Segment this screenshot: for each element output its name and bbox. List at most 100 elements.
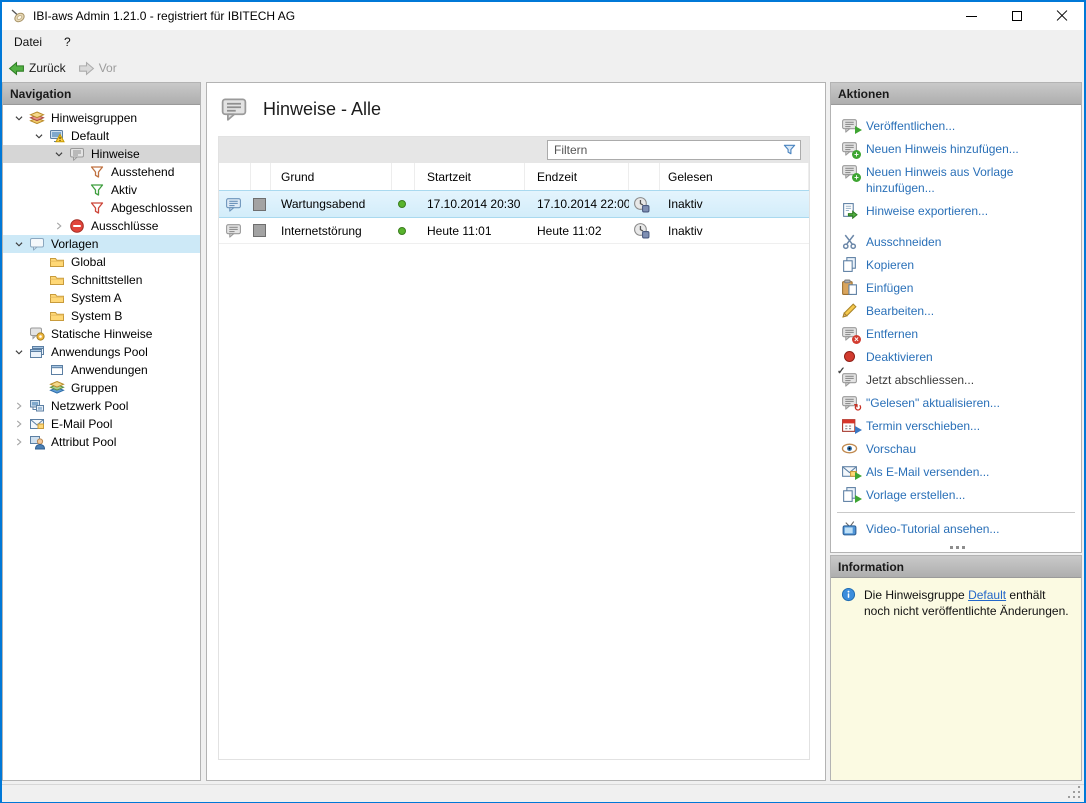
filter-input[interactable]: [547, 140, 801, 160]
windows-icon: [29, 344, 45, 360]
action-neuen-hinweis-hinzufuegen[interactable]: Neuen Hinweis hinzufügen...: [831, 139, 1081, 159]
refresh-read-icon: [841, 394, 858, 411]
navigation-panel: Navigation Hinweisgruppen Default Hinwei…: [2, 82, 201, 781]
tree-item-system-b[interactable]: System B: [3, 307, 200, 325]
maximize-icon: [1012, 11, 1022, 21]
remove-icon: [841, 325, 858, 342]
action-kopieren[interactable]: Kopieren: [831, 255, 1081, 275]
tree-item-default[interactable]: Default: [3, 127, 200, 145]
action-gelesen-aktualisieren[interactable]: "Gelesen" aktualisieren...: [831, 393, 1081, 413]
tree-item-schnittstellen[interactable]: Schnittstellen: [3, 271, 200, 289]
back-button[interactable]: Zurück: [2, 58, 72, 79]
tree-item-ausstehend[interactable]: Ausstehend: [3, 163, 200, 181]
funnel-green-icon: [89, 182, 105, 198]
tree-item-system-a[interactable]: System A: [3, 289, 200, 307]
chevron-down-icon[interactable]: [9, 344, 29, 360]
cell-gelesen: Inaktiv: [660, 218, 809, 243]
tree-item-netzwerk-pool[interactable]: Netzwerk Pool: [3, 397, 200, 415]
chevron-down-icon[interactable]: [9, 236, 29, 252]
tree-item-global[interactable]: Global: [3, 253, 200, 271]
action-jetzt-abschliessen[interactable]: Jetzt abschliessen...: [831, 370, 1081, 390]
column-header-state[interactable]: [251, 163, 271, 190]
chevron-slot: [69, 200, 89, 216]
cell-endzeit: Heute 11:02: [525, 218, 629, 243]
close-icon: [1056, 10, 1068, 22]
action-vorlage-erstellen[interactable]: Vorlage erstellen...: [831, 485, 1081, 505]
column-header-gelesen[interactable]: Gelesen: [660, 163, 809, 190]
maximize-button[interactable]: [994, 2, 1039, 30]
tree-item-attribut-pool[interactable]: Attribut Pool: [3, 433, 200, 451]
column-header-icon[interactable]: [219, 163, 251, 190]
chevron-right-icon[interactable]: [9, 434, 29, 450]
action-bearbeiten[interactable]: Bearbeiten...: [831, 301, 1081, 321]
column-header-endzeit[interactable]: Endzeit: [525, 163, 629, 190]
tree-item-vorlagen[interactable]: Vorlagen: [3, 235, 200, 253]
chevron-right-icon[interactable]: [9, 416, 29, 432]
cell-gelesen: Inaktiv: [660, 191, 809, 217]
chevron-right-icon[interactable]: [49, 218, 69, 234]
chevron-right-icon[interactable]: [9, 398, 29, 414]
column-header-status-dot[interactable]: [392, 163, 415, 190]
video-tutorial-icon: [841, 520, 858, 537]
tree-item-anwendungs-pool[interactable]: Anwendungs Pool: [3, 343, 200, 361]
copy-icon: [841, 256, 858, 273]
table-row-internetstoerung[interactable]: Internetstörung Heute 11:01 Heute 11:02 …: [219, 218, 809, 244]
arrow-right-icon: [78, 60, 95, 77]
filter-icon[interactable]: [782, 142, 797, 157]
panel-splitter-handle[interactable]: [956, 546, 959, 549]
tree-item-abgeschlossen[interactable]: Abgeschlossen: [3, 199, 200, 217]
action-video-tutorial[interactable]: Video-Tutorial ansehen...: [831, 519, 1081, 539]
tree-item-hinweise[interactable]: Hinweise: [3, 145, 200, 163]
title-bar[interactable]: IBI-aws Admin 1.21.0 - registriert für I…: [2, 2, 1084, 30]
action-neuen-hinweis-aus-vorlage[interactable]: Neuen Hinweis aus Vorlage hinzufügen...: [831, 162, 1081, 198]
bubble-gear-icon: [29, 326, 45, 342]
folder-icon: [49, 308, 65, 324]
resize-grip[interactable]: [1078, 796, 1080, 798]
action-als-email-versenden[interactable]: Als E-Mail versenden...: [831, 462, 1081, 482]
default-group-link[interactable]: Default: [968, 588, 1006, 602]
tree-item-statische-hinweise[interactable]: Statische Hinweise: [3, 325, 200, 343]
filter-box: [547, 140, 801, 160]
chevron-down-icon[interactable]: [29, 128, 49, 144]
gray-square-icon: [253, 224, 266, 237]
chevron-slot: [29, 290, 49, 306]
table-row-wartungsabend[interactable]: Wartungsabend 17.10.2014 20:30 17.10.201…: [219, 190, 809, 218]
forward-button[interactable]: Vor: [72, 58, 123, 79]
application-window: IBI-aws Admin 1.21.0 - registriert für I…: [0, 0, 1086, 803]
action-hinweise-exportieren[interactable]: Hinweise exportieren...: [831, 201, 1081, 221]
folder-icon: [49, 254, 65, 270]
divider: [837, 512, 1075, 513]
action-einfuegen[interactable]: Einfügen: [831, 278, 1081, 298]
deactivate-icon: [841, 348, 858, 365]
column-header-grund[interactable]: Grund: [271, 163, 392, 190]
chevron-down-icon[interactable]: [49, 146, 69, 162]
minimize-button[interactable]: [949, 2, 994, 30]
preview-icon: [841, 440, 858, 457]
tree-item-email-pool[interactable]: E-Mail Pool: [3, 415, 200, 433]
menu-datei[interactable]: Datei: [4, 32, 52, 52]
action-termin-verschieben[interactable]: Termin verschieben...: [831, 416, 1081, 436]
tree-item-hinweisgruppen[interactable]: Hinweisgruppen: [3, 109, 200, 127]
close-button[interactable]: [1039, 2, 1084, 30]
action-entfernen[interactable]: Entfernen: [831, 324, 1081, 344]
action-ausschneiden[interactable]: Ausschneiden: [831, 232, 1081, 252]
tree-item-aktiv[interactable]: Aktiv: [3, 181, 200, 199]
action-deaktivieren[interactable]: Deaktivieren: [831, 347, 1081, 367]
menu-help[interactable]: ?: [54, 32, 81, 52]
tree-item-anwendungen[interactable]: Anwendungen: [3, 361, 200, 379]
column-header-startzeit[interactable]: Startzeit: [415, 163, 525, 190]
window-title: IBI-aws Admin 1.21.0 - registriert für I…: [33, 9, 295, 23]
cell-grund: Internetstörung: [271, 218, 392, 243]
tree-item-ausschluesse[interactable]: Ausschlüsse: [3, 217, 200, 235]
chevron-down-icon[interactable]: [9, 110, 29, 126]
action-vorschau[interactable]: Vorschau: [831, 439, 1081, 459]
chevron-slot: [29, 362, 49, 378]
action-veroeffentlichen[interactable]: Veröffentlichen...: [831, 116, 1081, 136]
column-header-clock[interactable]: [629, 163, 660, 190]
add-note-icon: [841, 140, 858, 157]
funnel-red-icon: [89, 200, 105, 216]
tree-item-gruppen[interactable]: Gruppen: [3, 379, 200, 397]
menu-bar: Datei ?: [2, 30, 1084, 54]
note-bubble-active-icon: [225, 196, 242, 213]
chevron-slot: [29, 272, 49, 288]
